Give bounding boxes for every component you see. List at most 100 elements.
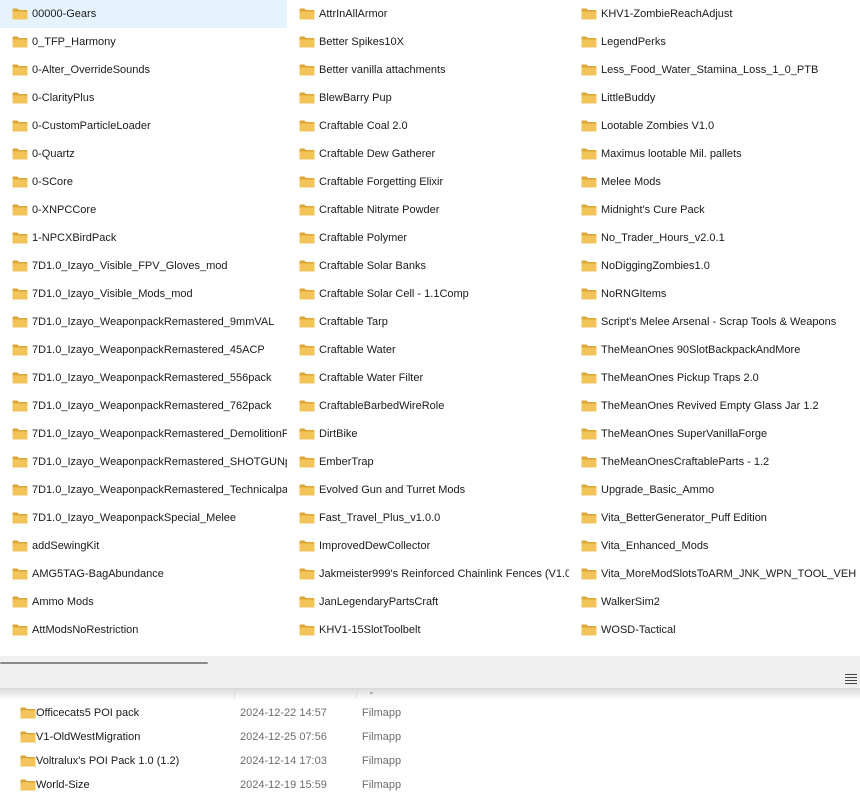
folder-item[interactable]: NoDiggingZombies1.0	[569, 252, 860, 280]
folder-item[interactable]: 0-Quartz	[0, 140, 287, 168]
folder-item[interactable]: 1-NPCXBirdPack	[0, 224, 287, 252]
folder-item[interactable]: CraftableBarbedWireRole	[287, 392, 569, 420]
folder-item[interactable]: Craftable Solar Cell - 1.1Comp	[287, 280, 569, 308]
column-divider[interactable]	[234, 688, 235, 698]
folder-name: 0-Quartz	[32, 148, 75, 160]
details-shadow	[0, 688, 860, 700]
details-row[interactable]: Officecats5 POI pack 2024-12-22 14:57 Film…	[0, 701, 860, 725]
folder-item[interactable]: Craftable Coal 2.0	[287, 112, 569, 140]
details-row-type: Filmapp	[362, 755, 402, 767]
folder-name: Better Spikes10X	[319, 36, 404, 48]
folder-item[interactable]: 0-CustomParticleLoader	[0, 112, 287, 140]
folder-name: 0_TFP_Harmony	[32, 36, 116, 48]
details-row-date: 2024-12-25 07:56	[240, 731, 327, 743]
folder-item[interactable]: Craftable Water	[287, 336, 569, 364]
details-row[interactable]: Voltralux's POI Pack 1.0 (1.2) 2024-12-14…	[0, 749, 860, 773]
folder-name: 0-XNPCCore	[32, 204, 97, 216]
folder-item[interactable]: BlewBarry Pup	[287, 84, 569, 112]
folder-item[interactable]: Craftable Solar Banks	[287, 252, 569, 280]
folder-item[interactable]: Vita_MoreModSlotsToARM_JNK_WPN_TOOL_VEH	[569, 560, 860, 588]
folder-item[interactable]: TheMeanOnes Revived Empty Glass Jar 1.2	[569, 392, 860, 420]
folder-name: TheMeanOnes SuperVanillaForge	[601, 428, 768, 440]
folder-name: Vita_Enhanced_Mods	[601, 540, 709, 552]
folder-item[interactable]: DirtBike	[287, 420, 569, 448]
folder-item[interactable]: 0-ClarityPlus	[0, 84, 287, 112]
folder-item[interactable]: Midnight's Cure Pack	[569, 196, 860, 224]
folder-item[interactable]: ImprovedDewCollector	[287, 532, 569, 560]
details-row[interactable]: World-Size 2024-12-19 15:59 Filmapp	[0, 773, 860, 797]
folder-item[interactable]: No_Trader_Hours_v2.0.1	[569, 224, 860, 252]
folder-item[interactable]: AttrInAllArmor	[287, 0, 569, 28]
folder-item[interactable]: 0-XNPCCore	[0, 196, 287, 224]
folder-item[interactable]: 7D1.0_Izayo_WeaponpackSpecial_Melee	[0, 504, 287, 532]
folder-item[interactable]: Jakmeister999's Reinforced Chainlink Fen…	[287, 560, 569, 588]
folder-name: Craftable Dew Gatherer	[319, 148, 436, 160]
folder-item[interactable]: Craftable Polymer	[287, 224, 569, 252]
folder-item[interactable]: Evolved Gun and Turret Mods	[287, 476, 569, 504]
folder-name: 7D1.0_Izayo_WeaponpackRemastered_45ACP	[32, 344, 265, 356]
folder-item[interactable]: Lootable Zombies V1.0	[569, 112, 860, 140]
folder-item[interactable]: Upgrade_Basic_Ammo	[569, 476, 860, 504]
folder-item[interactable]: LegendPerks	[569, 28, 860, 56]
column-divider[interactable]	[356, 688, 357, 698]
folder-item[interactable]: EmberTrap	[287, 448, 569, 476]
folder-item[interactable]: 0-SCore	[0, 168, 287, 196]
folder-name: Vita_BetterGenerator_Puff Edition	[601, 512, 767, 524]
folder-name: TheMeanOnes Revived Empty Glass Jar 1.2	[601, 400, 819, 412]
folder-item[interactable]: Craftable Dew Gatherer	[287, 140, 569, 168]
folder-item[interactable]: Fast_Travel_Plus_v1.0.0	[287, 504, 569, 532]
folder-item[interactable]: TheMeanOnes Pickup Traps 2.0	[569, 364, 860, 392]
folder-item[interactable]: 7D1.0_Izayo_Visible_Mods_mod	[0, 280, 287, 308]
folder-item[interactable]: Less_Food_Water_Stamina_Loss_1_0_PTB	[569, 56, 860, 84]
folder-item[interactable]: addSewingKit	[0, 532, 287, 560]
folder-item[interactable]: 0-Alter_OverrideSounds	[0, 56, 287, 84]
folder-item[interactable]: Ammo Mods	[0, 588, 287, 616]
details-row[interactable]: V1-OldWestMigration 2024-12-25 07:56 Filma…	[0, 725, 860, 749]
folder-icon	[12, 372, 28, 384]
details-pane: ⌄ Officecats5 POI pack 2024-12-22 14:57 Fi…	[0, 688, 860, 800]
folder-item[interactable]: 0_TFP_Harmony	[0, 28, 287, 56]
folder-icon	[581, 36, 597, 48]
folder-item[interactable]: TheMeanOnesCraftableParts - 1.2	[569, 448, 860, 476]
folder-item[interactable]: LittleBuddy	[569, 84, 860, 112]
folder-item[interactable]: Craftable Tarp	[287, 308, 569, 336]
folder-item[interactable]: Vita_BetterGenerator_Puff Edition	[569, 504, 860, 532]
folder-item[interactable]: WalkerSim2	[569, 588, 860, 616]
folder-item[interactable]: 7D1.0_Izayo_WeaponpackRemastered_9mmVAL	[0, 308, 287, 336]
folder-item[interactable]: 7D1.0_Izayo_WeaponpackRemastered_762pack	[0, 392, 287, 420]
folder-item[interactable]: AMG5TAG-BagAbundance	[0, 560, 287, 588]
folder-item[interactable]: Maximus lootable Mil. pallets	[569, 140, 860, 168]
folder-item[interactable]: KHV1-15SlotToolbelt	[287, 616, 569, 644]
folder-icon	[12, 232, 28, 244]
folder-icon	[12, 148, 28, 160]
folder-item[interactable]: NoRNGItems	[569, 280, 860, 308]
folder-icon	[12, 288, 28, 300]
folder-item[interactable]: KHV1-ZombieReachAdjust	[569, 0, 860, 28]
folder-item[interactable]: Vita_Enhanced_Mods	[569, 532, 860, 560]
folder-item[interactable]: TheMeanOnes SuperVanillaForge	[569, 420, 860, 448]
folder-item[interactable]: 7D1.0_Izayo_WeaponpackRemastered_45ACP	[0, 336, 287, 364]
folder-item[interactable]: 7D1.0_Izayo_WeaponpackRemastered_556pack	[0, 364, 287, 392]
folder-item[interactable]: Melee Mods	[569, 168, 860, 196]
folder-icon	[299, 120, 315, 132]
folder-item[interactable]: Craftable Forgetting Elixir	[287, 168, 569, 196]
folder-icon	[581, 428, 597, 440]
folder-icon	[299, 288, 315, 300]
folder-item[interactable]: 7D1.0_Izayo_WeaponpackRemastered_SHOTGUN…	[0, 448, 287, 476]
folder-item[interactable]: 7D1.0_Izayo_Visible_FPV_Gloves_mod	[0, 252, 287, 280]
folder-item[interactable]: 7D1.0_Izayo_WeaponpackRemastered_Demolit…	[0, 420, 287, 448]
folder-item[interactable]: 7D1.0_Izayo_WeaponpackRemastered_Technic…	[0, 476, 287, 504]
folder-item[interactable]: JanLegendaryPartsCraft	[287, 588, 569, 616]
folder-item[interactable]: TheMeanOnes 90SlotBackpackAndMore	[569, 336, 860, 364]
folder-name: Ammo Mods	[32, 596, 94, 608]
folder-item[interactable]: Script's Melee Arsenal - Scrap Tools & W…	[569, 308, 860, 336]
folder-item[interactable]: 00000-Gears	[0, 0, 287, 28]
folder-item[interactable]: Better Spikes10X	[287, 28, 569, 56]
folder-item[interactable]: Craftable Water Filter	[287, 364, 569, 392]
folder-item[interactable]: WOSD-Tactical	[569, 616, 860, 644]
folder-item[interactable]: Craftable Nitrate Powder	[287, 196, 569, 224]
horizontal-scrollbar[interactable]	[0, 662, 208, 664]
folder-item[interactable]: Better vanilla attachments	[287, 56, 569, 84]
details-view-icon[interactable]	[844, 672, 858, 686]
folder-item[interactable]: AttModsNoRestriction	[0, 616, 287, 644]
